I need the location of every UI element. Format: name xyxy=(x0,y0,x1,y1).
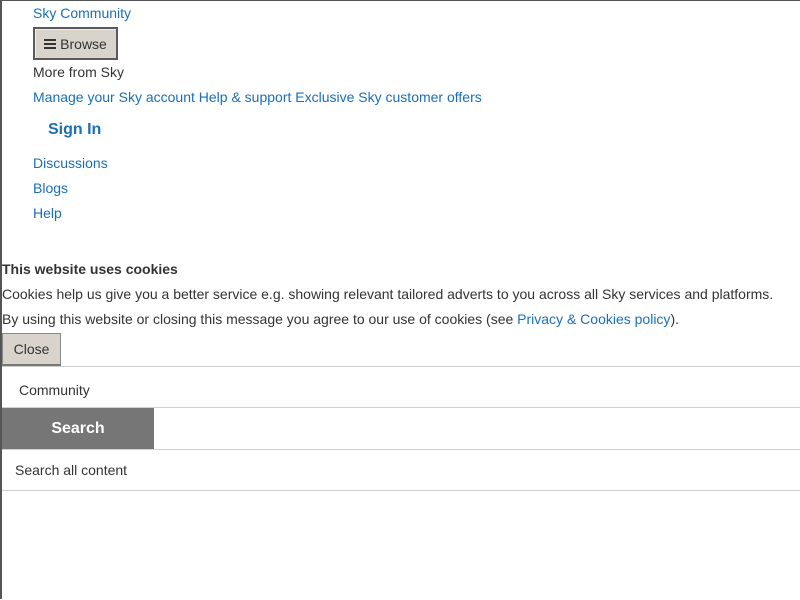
customer-offers-link[interactable]: Exclusive Sky customer offers xyxy=(295,89,481,105)
divider xyxy=(2,366,800,367)
cookie-banner-text-2: By using this website or closing this me… xyxy=(2,311,679,327)
manage-account-link[interactable]: Manage your Sky account xyxy=(33,89,195,105)
sign-in-link[interactable]: Sign In xyxy=(48,121,101,139)
cookie-text-suffix: ). xyxy=(670,311,679,327)
divider xyxy=(2,490,800,491)
nav-item-blogs[interactable]: Blogs xyxy=(33,180,68,196)
nav-item-help[interactable]: Help xyxy=(33,205,62,221)
menu-icon xyxy=(44,38,57,49)
browse-button[interactable]: Browse xyxy=(33,27,118,60)
nav-item-discussions[interactable]: Discussions xyxy=(33,155,108,171)
cookie-banner-title: This website uses cookies xyxy=(2,261,178,277)
search-button-label: Search xyxy=(51,419,105,437)
sky-links: Manage your Sky account Help & support E… xyxy=(33,89,482,105)
browse-button-label: Browse xyxy=(60,35,107,52)
search-button[interactable]: Search xyxy=(2,408,154,449)
privacy-cookies-policy-link[interactable]: Privacy & Cookies policy xyxy=(517,311,670,327)
search-input[interactable] xyxy=(2,450,798,490)
cookie-text-prefix: By using this website or closing this me… xyxy=(2,311,518,327)
close-cookie-button[interactable]: Close xyxy=(2,333,61,366)
close-cookie-button-label: Close xyxy=(13,341,50,357)
sky-community-link[interactable]: Sky Community xyxy=(33,5,131,21)
help-support-link[interactable]: Help & support xyxy=(199,89,292,105)
more-from-sky-label: More from Sky xyxy=(33,64,125,80)
cookie-banner-text-1: Cookies help us give you a better servic… xyxy=(2,286,774,302)
search-scope-label[interactable]: Community xyxy=(19,382,90,398)
